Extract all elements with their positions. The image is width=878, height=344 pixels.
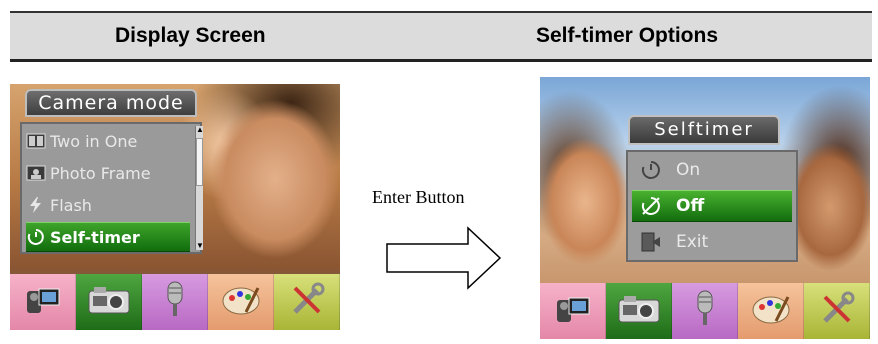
playback-mode-tile[interactable] [208, 274, 274, 330]
microphone-icon [690, 288, 720, 335]
menu-item-label: Photo Frame [50, 163, 151, 183]
two-in-one-icon [26, 132, 46, 150]
video-mode-tile[interactable] [10, 274, 76, 330]
menu-scrollbar[interactable]: ▲ ▼ [195, 126, 204, 250]
mode-icon-bar [10, 274, 340, 330]
palette-icon [750, 291, 792, 332]
selftimer-dialog-title: Selftimer [628, 115, 780, 145]
selftimer-option-off[interactable]: Off [632, 190, 792, 222]
option-label: Off [676, 196, 705, 216]
display-screen-heading: Display Screen [115, 24, 266, 47]
timer-on-icon [638, 159, 664, 181]
photo-frame-icon [26, 164, 46, 182]
flash-icon [26, 196, 46, 214]
display-screen-lcd: Camera mode Two in One Photo Frame Flash… [10, 84, 340, 330]
playback-mode-tile[interactable] [738, 283, 804, 339]
video-camera-icon [553, 290, 593, 333]
video-mode-tile[interactable] [540, 283, 606, 339]
menu-item-photo-frame[interactable]: Photo Frame [26, 158, 190, 188]
menu-item-label: Self-timer [50, 227, 140, 247]
palette-icon [220, 282, 262, 323]
enter-button-label: Enter Button [372, 187, 465, 207]
camera-mode-menu: Two in One Photo Frame Flash Self-timer … [20, 122, 204, 254]
exit-door-icon [638, 231, 664, 253]
self-timer-icon [26, 228, 46, 246]
camera-mode-tile[interactable] [76, 274, 142, 330]
camera-mode-menu-title: Camera mode [25, 89, 197, 117]
menu-item-label: Two in One [50, 131, 138, 151]
camera-mode-tile[interactable] [606, 283, 672, 339]
video-camera-icon [23, 281, 63, 324]
header-bottom-rule [10, 59, 872, 62]
self-timer-options-lcd: Selftimer On Off Exit [540, 77, 870, 339]
right-arrow-icon [386, 226, 502, 295]
scroll-thumb[interactable] [196, 138, 203, 186]
option-label: On [676, 160, 701, 180]
tools-icon [287, 280, 327, 325]
selftimer-dialog: On Off Exit [626, 150, 798, 262]
setup-mode-tile[interactable] [274, 274, 340, 330]
timer-off-icon [638, 195, 664, 217]
self-timer-options-heading: Self-timer Options [536, 24, 719, 47]
menu-item-label: Flash [50, 195, 92, 215]
camera-icon [616, 292, 662, 331]
option-label: Exit [676, 232, 709, 252]
mode-icon-bar [540, 283, 870, 339]
selftimer-option-exit[interactable]: Exit [632, 226, 792, 258]
camera-icon [86, 283, 132, 322]
menu-item-flash[interactable]: Flash [26, 190, 190, 220]
menu-item-self-timer[interactable]: Self-timer [26, 222, 190, 252]
setup-mode-tile[interactable] [804, 283, 870, 339]
microphone-icon [160, 279, 190, 326]
tools-icon [817, 289, 857, 334]
scroll-down-arrow-icon[interactable]: ▼ [196, 242, 204, 250]
audio-mode-tile[interactable] [672, 283, 738, 339]
menu-item-two-in-one[interactable]: Two in One [26, 126, 190, 156]
scroll-up-arrow-icon[interactable]: ▲ [196, 126, 204, 134]
selftimer-option-on[interactable]: On [632, 154, 792, 186]
audio-mode-tile[interactable] [142, 274, 208, 330]
